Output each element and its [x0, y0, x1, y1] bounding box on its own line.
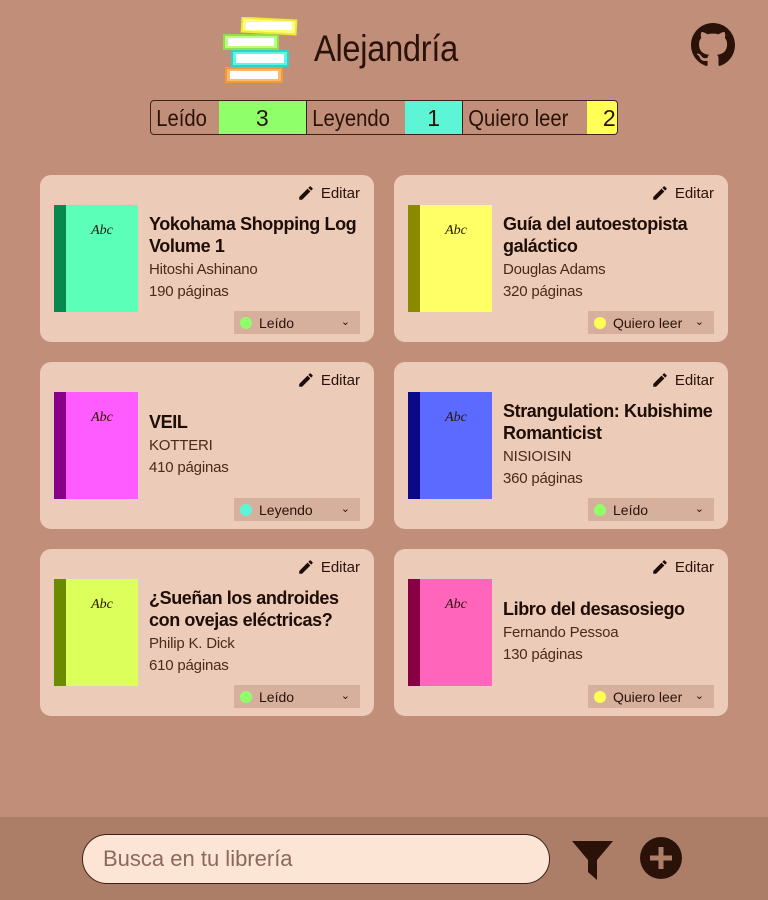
reading-stats: Leído 3 Leyendo 1 Quiero leer 2	[150, 100, 618, 135]
stat-label: Quiero leer	[468, 105, 569, 131]
book-author: Hitoshi Ashinano	[149, 260, 258, 278]
book-author: Fernando Pessoa	[503, 623, 619, 641]
status-select[interactable]: Quiero leer ⌄	[588, 685, 714, 708]
book-card: Editar Abc Guía del autoestopista galáctic…	[394, 175, 728, 342]
cover-text: Abc	[445, 223, 467, 238]
stat-count: 3	[218, 101, 306, 134]
header: Alejandría	[0, 0, 768, 100]
book-pages: 410 páginas	[149, 458, 229, 476]
status-dot	[240, 316, 252, 329]
book-card: Editar Abc Libro del desasosiego Fernando P…	[394, 549, 728, 716]
book-pages: 130 páginas	[503, 645, 583, 663]
chevron-down-icon: ⌄	[694, 690, 704, 702]
stat-label: Leyendo	[312, 105, 390, 131]
book-spine	[408, 579, 420, 686]
book-pages: 190 páginas	[149, 282, 229, 300]
book-info: VEIL KOTTERI 410 páginas	[149, 362, 362, 499]
stat-reading[interactable]: Leyendo 1	[306, 101, 462, 134]
book-cover: Abc	[54, 392, 138, 499]
book-cover: Abc	[408, 579, 492, 686]
status-dot	[594, 690, 606, 703]
book-title: Guía del autoestopista galáctico	[503, 213, 688, 256]
book-card: Editar Abc VEIL KOTTERI 410 páginas Leyendo ⌄	[40, 362, 374, 529]
book-cover: Abc	[54, 579, 138, 686]
stat-read[interactable]: Leído 3	[151, 101, 306, 134]
chevron-down-icon: ⌄	[340, 690, 350, 702]
cover-text: Abc	[91, 410, 113, 425]
search-input[interactable]	[82, 834, 550, 884]
cover-face: Abc	[66, 392, 138, 499]
cover-face: Abc	[66, 205, 138, 312]
chevron-down-icon: ⌄	[694, 316, 704, 328]
status-select[interactable]: Leído ⌄	[234, 311, 360, 334]
book-title: ¿Sueñan los androides con ovejas eléctri…	[149, 587, 339, 630]
status-label: Leyendo	[259, 501, 313, 518]
status-label: Leído	[259, 688, 295, 705]
book-cover: Abc	[54, 205, 138, 312]
book-pages: 360 páginas	[503, 469, 583, 487]
stat-want-to-read[interactable]: Quiero leer 2	[462, 101, 617, 134]
status-select[interactable]: Leído ⌄	[234, 685, 360, 708]
stat-count: 1	[405, 101, 462, 134]
book-card: Editar Abc Strangulation: Kubishime Romant…	[394, 362, 728, 529]
chevron-down-icon: ⌄	[340, 316, 350, 328]
book-cover: Abc	[408, 392, 492, 499]
book-info: Guía del autoestopista galáctico Douglas …	[503, 175, 716, 312]
status-select[interactable]: Leyendo ⌄	[234, 498, 360, 521]
filter-icon[interactable]	[571, 839, 614, 881]
cover-text: Abc	[445, 410, 467, 425]
book-pages: 610 páginas	[149, 656, 229, 674]
status-dot	[594, 503, 606, 516]
cover-text: Abc	[91, 597, 113, 612]
books-stack-logo	[223, 17, 298, 83]
cover-text: Abc	[91, 223, 113, 238]
add-circle-icon[interactable]	[639, 836, 683, 880]
status-select[interactable]: Leído ⌄	[588, 498, 714, 521]
status-label: Quiero leer	[613, 314, 683, 331]
status-select[interactable]: Quiero leer ⌄	[588, 311, 714, 334]
book-author: NISIOISIN	[503, 447, 572, 465]
app-title: Alejandría	[314, 28, 458, 69]
book-author: KOTTERI	[149, 436, 213, 454]
status-label: Leído	[259, 314, 295, 331]
chevron-down-icon: ⌄	[694, 503, 704, 515]
github-icon[interactable]	[691, 23, 735, 67]
cover-face: Abc	[66, 579, 138, 686]
chevron-down-icon: ⌄	[340, 503, 350, 515]
status-dot	[594, 316, 606, 329]
book-pages: 320 páginas	[503, 282, 583, 300]
book-info: ¿Sueñan los androides con ovejas eléctri…	[149, 549, 362, 686]
book-spine	[408, 392, 420, 499]
book-spine	[54, 205, 66, 312]
book-info: Libro del desasosiego Fernando Pessoa 130 …	[503, 549, 716, 686]
book-author: Douglas Adams	[503, 260, 606, 278]
book-card: Editar Abc Yokohama Shopping Log Volume 1H…	[40, 175, 374, 342]
book-title: Libro del desasosiego	[503, 598, 685, 619]
cover-face: Abc	[420, 579, 492, 686]
cover-face: Abc	[420, 205, 492, 312]
status-label: Leído	[613, 501, 649, 518]
book-spine	[54, 579, 66, 686]
status-dot	[240, 690, 252, 703]
status-label: Quiero leer	[613, 688, 683, 705]
stat-count: 2	[586, 101, 617, 134]
book-spine	[54, 392, 66, 499]
book-title: VEIL	[149, 411, 188, 432]
status-dot	[240, 503, 252, 516]
cover-face: Abc	[420, 392, 492, 499]
footer-bar	[0, 817, 768, 900]
book-spine	[408, 205, 420, 312]
book-card: Editar Abc ¿Sueñan los androides con oveja…	[40, 549, 374, 716]
book-cover: Abc	[408, 205, 492, 312]
book-title: Strangulation: Kubishime Romanticist	[503, 400, 713, 443]
book-title: Yokohama Shopping Log Volume 1	[149, 213, 357, 256]
book-info: Yokohama Shopping Log Volume 1 Hitoshi As…	[149, 175, 362, 312]
cover-text: Abc	[445, 597, 467, 612]
stat-label: Leído	[156, 105, 207, 131]
book-author: Philip K. Dick	[149, 634, 235, 652]
book-info: Strangulation: Kubishime Romanticist NISI…	[503, 362, 716, 499]
